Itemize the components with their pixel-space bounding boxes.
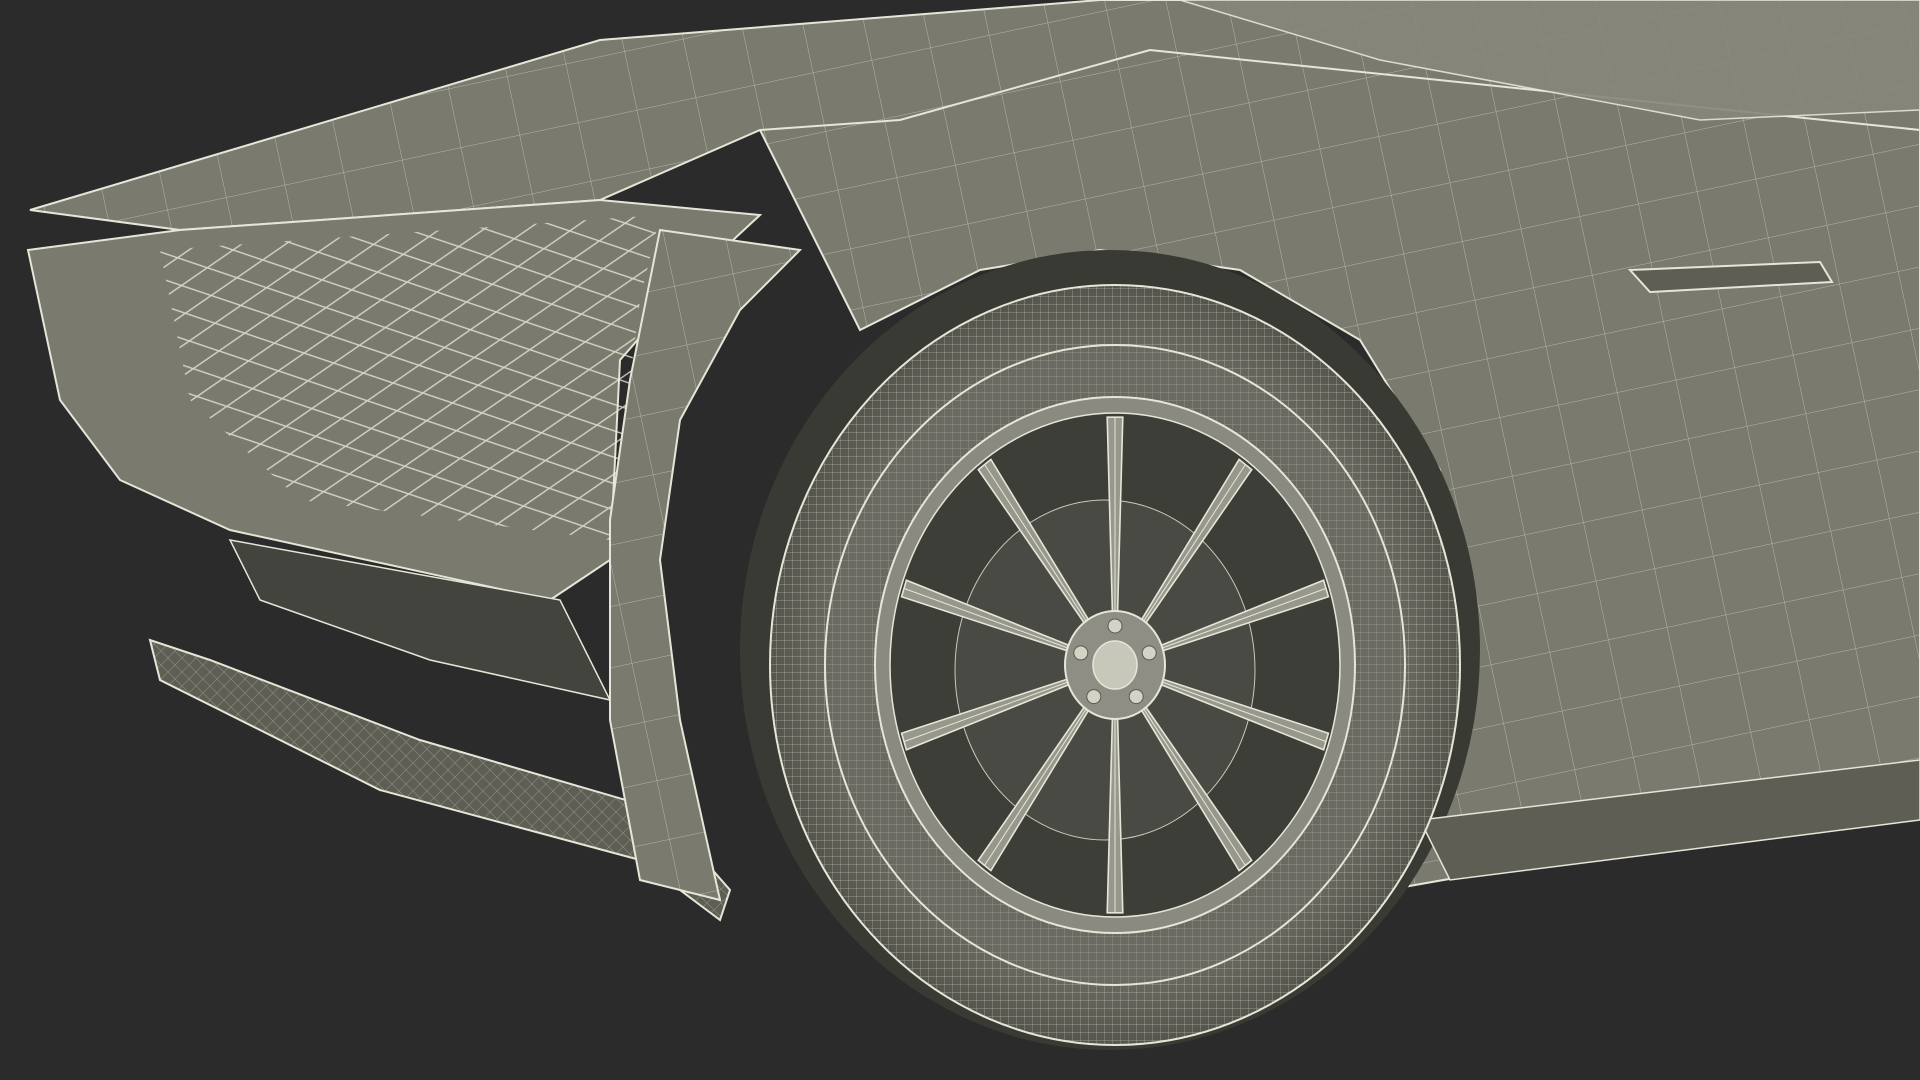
lug-nut	[1141, 645, 1157, 661]
center-cap	[1092, 640, 1138, 690]
wireframe-render	[26, 0, 1920, 1050]
lug-nut	[1086, 689, 1102, 705]
lug-nut	[1107, 618, 1123, 634]
render-viewport	[0, 0, 1920, 1080]
lug-nut	[1128, 689, 1144, 705]
front-wheel	[769, 284, 1461, 1046]
lug-nut	[1073, 645, 1089, 661]
